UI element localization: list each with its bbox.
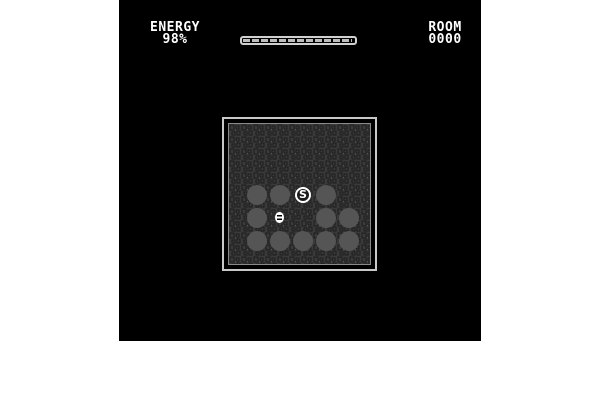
room-frame: S [222,117,377,271]
energy-value: 98% [162,32,188,47]
boulder [293,231,313,251]
boulder [316,208,336,228]
boulder [247,208,267,228]
boulder [316,231,336,251]
game-screen[interactable]: ENERGY 98% ROOM 0000 S [119,0,481,341]
boulder [339,231,359,251]
player-sprite [275,212,284,223]
save-point[interactable]: S [295,187,311,203]
boulder [247,231,267,251]
boulder [247,185,267,205]
boulder [270,231,290,251]
boulder [339,208,359,228]
energy-bar-fill [243,39,352,42]
boulder [316,185,336,205]
boulder [270,185,290,205]
room-counter: 0000 [428,32,462,47]
room-floor: S [228,123,371,265]
energy-bar [240,36,357,45]
